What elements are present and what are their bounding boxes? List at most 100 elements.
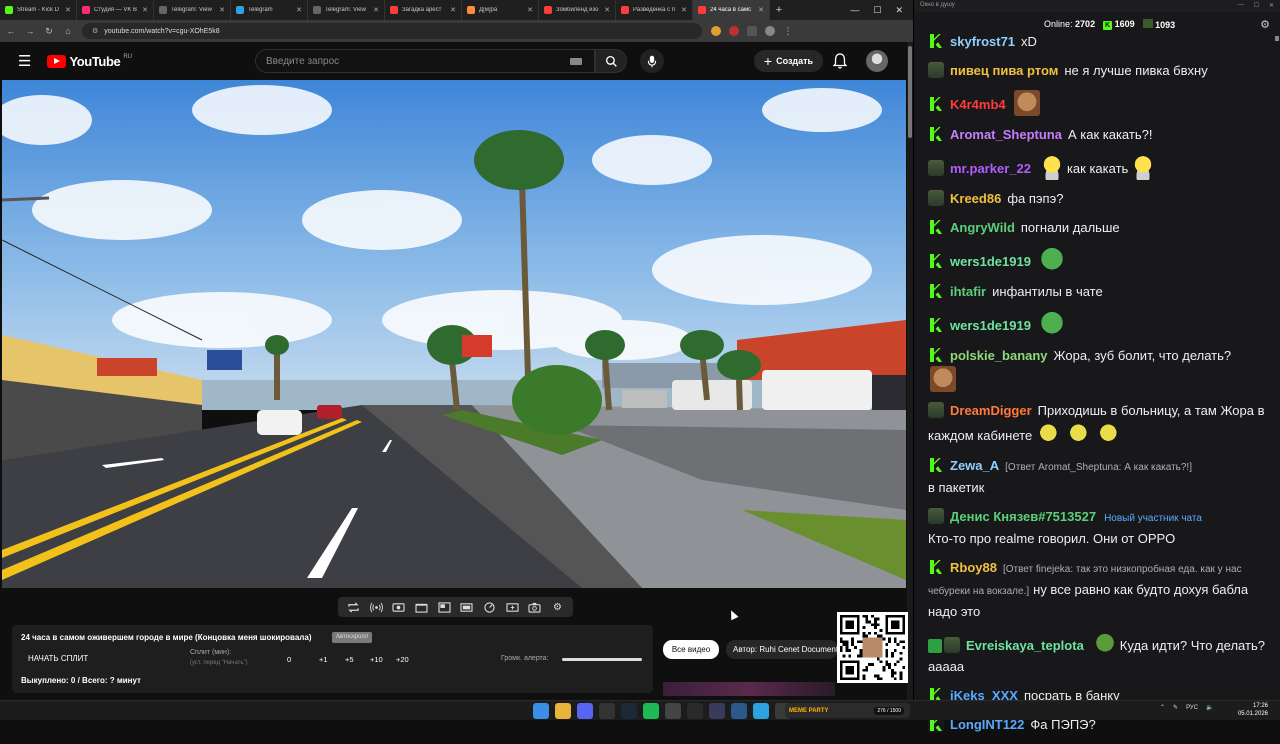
browser-tab[interactable]: 24 часа в самс ✕ xyxy=(693,0,770,20)
chat-username[interactable]: wers1de1919 xyxy=(950,254,1031,269)
browser-tab[interactable]: Stream - Kick D ✕ xyxy=(0,0,77,20)
voice-search-button[interactable] xyxy=(640,49,664,73)
chat-username[interactable]: Zewa_A xyxy=(950,458,999,473)
taskbar-clock[interactable]: 17:26 05.01.2026 xyxy=(1238,702,1268,718)
new-tab-button[interactable]: + xyxy=(770,4,788,16)
reload-icon[interactable]: ↻ xyxy=(44,26,54,37)
search-button[interactable] xyxy=(595,49,627,73)
create-button[interactable]: + Создать xyxy=(754,50,823,72)
steam-icon[interactable] xyxy=(621,703,637,719)
start-split-button[interactable]: НАЧАТЬ СПЛИТ xyxy=(28,654,88,663)
url-field[interactable]: ⚙ youtube.com/watch?v=cgu-XOhE5k8 xyxy=(82,23,702,39)
tab-close-icon[interactable]: ✕ xyxy=(681,6,687,14)
extensions-puzzle-icon[interactable] xyxy=(747,26,757,36)
app-icon[interactable] xyxy=(665,703,681,719)
search-input[interactable]: Введите запрос xyxy=(255,49,595,73)
recommended-thumbnail[interactable] xyxy=(663,682,835,696)
minimize-icon[interactable]: — xyxy=(850,5,859,16)
chat-username[interactable]: пивец пива ртом xyxy=(950,63,1058,78)
tab-close-icon[interactable]: ✕ xyxy=(527,6,533,14)
site-info-icon[interactable]: ⚙ xyxy=(92,27,98,35)
close-icon[interactable]: ✕ xyxy=(1269,2,1274,10)
tab-close-icon[interactable]: ✕ xyxy=(373,6,379,14)
tab-close-icon[interactable]: ✕ xyxy=(758,6,764,14)
chat-scrollbar-thumb[interactable] xyxy=(1275,36,1279,41)
chrome-icon[interactable] xyxy=(555,703,571,719)
tray-overflow-icon[interactable]: ⌃ xyxy=(1160,704,1165,711)
browser-tab[interactable]: Telegram ✕ xyxy=(231,0,308,20)
app-icon[interactable] xyxy=(687,703,703,719)
browser-tab[interactable]: Telegram: View ✕ xyxy=(308,0,385,20)
chat-username[interactable]: K4r4mb4 xyxy=(950,97,1006,112)
obs-icon[interactable] xyxy=(599,703,615,719)
chat-username[interactable]: Evreiskaya_teplota xyxy=(966,638,1084,653)
stream-widget[interactable]: MEME PARTY 276 / 1500 xyxy=(785,703,910,718)
keyboard-icon[interactable] xyxy=(570,58,582,65)
profile-icon[interactable] xyxy=(765,26,775,36)
discord-icon[interactable] xyxy=(577,703,593,719)
scrollbar-thumb[interactable] xyxy=(908,46,912,138)
all-videos-chip[interactable]: Все видео xyxy=(663,640,719,659)
chat-username[interactable]: DreamDigger xyxy=(950,403,1032,418)
language-indicator[interactable]: РУС xyxy=(1186,705,1198,711)
clip-icon[interactable] xyxy=(415,602,428,613)
notifications-bell-icon[interactable] xyxy=(833,53,847,69)
chat-username[interactable]: Aromat_Sheptuna xyxy=(950,127,1062,142)
chat-settings-gear-icon[interactable]: ⚙ xyxy=(1260,18,1270,31)
chat-username[interactable]: AngryWild xyxy=(950,220,1015,235)
minimize-icon[interactable]: — xyxy=(1238,2,1244,10)
tab-close-icon[interactable]: ✕ xyxy=(219,6,225,14)
author-chip[interactable]: Автор: Ruhi Cenet Documentaries xyxy=(726,640,838,659)
forward-icon[interactable]: → xyxy=(25,26,35,36)
menu-icon[interactable]: ☰ xyxy=(18,52,31,70)
chat-username[interactable]: polskie_banany xyxy=(950,348,1048,363)
tab-close-icon[interactable]: ✕ xyxy=(65,6,71,14)
chat-username[interactable]: ihtafir xyxy=(950,284,986,299)
maximize-icon[interactable]: ☐ xyxy=(873,5,881,16)
split-add-1-button[interactable]: +1 xyxy=(319,655,328,664)
volume-icon[interactable]: 🔈 xyxy=(1206,704,1213,711)
loop-icon[interactable] xyxy=(347,601,360,613)
split-add-10-button[interactable]: +10 xyxy=(370,655,383,664)
screenshot-icon[interactable] xyxy=(528,602,541,613)
maximize-icon[interactable]: ☐ xyxy=(1254,2,1259,10)
home-icon[interactable]: ⌂ xyxy=(63,26,73,36)
browser-tab[interactable]: Telegram: View ✕ xyxy=(154,0,231,20)
add-note-icon[interactable] xyxy=(506,602,519,613)
split-add-20-button[interactable]: +20 xyxy=(396,655,409,664)
cast-audio-icon[interactable] xyxy=(369,602,383,613)
autoscroll-toggle[interactable]: Автоскролл xyxy=(332,632,373,643)
close-icon[interactable]: ✕ xyxy=(895,5,903,16)
alert-volume-slider[interactable] xyxy=(562,658,642,661)
back-icon[interactable]: ← xyxy=(6,26,16,36)
miniplayer-icon[interactable] xyxy=(438,601,451,613)
browser-tab[interactable]: Зомбиленд изо ✕ xyxy=(539,0,616,20)
chat-username[interactable]: mr.parker_22 xyxy=(950,161,1031,176)
settings-gear-icon[interactable]: ⚙ xyxy=(551,602,564,613)
watch-later-icon[interactable] xyxy=(392,602,405,613)
split-add-5-button[interactable]: +5 xyxy=(345,655,354,664)
video-player[interactable] xyxy=(2,80,906,588)
telegram-icon[interactable] xyxy=(753,703,769,719)
tab-close-icon[interactable]: ✕ xyxy=(142,6,148,14)
app-icon[interactable] xyxy=(731,703,747,719)
spotify-icon[interactable] xyxy=(643,703,659,719)
speed-icon[interactable] xyxy=(483,601,496,613)
tab-close-icon[interactable]: ✕ xyxy=(450,6,456,14)
youtube-logo[interactable]: YouTube RU xyxy=(47,54,132,69)
chat-username[interactable]: Rboy88 xyxy=(950,560,997,575)
app-icon[interactable] xyxy=(709,703,725,719)
chat-scrollbar[interactable] xyxy=(1275,36,1280,696)
menu-dots-icon[interactable]: ⋮ xyxy=(783,26,793,37)
chat-username[interactable]: wers1de1919 xyxy=(950,318,1031,333)
theater-mode-icon[interactable] xyxy=(460,602,473,613)
chat-username[interactable]: skyfrost71 xyxy=(950,34,1015,49)
browser-tab[interactable]: Разведенка с п ✕ xyxy=(616,0,693,20)
tab-close-icon[interactable]: ✕ xyxy=(604,6,610,14)
chat-username[interactable]: Денис Князев#7513527 xyxy=(950,509,1096,524)
extension-icon[interactable] xyxy=(729,26,739,36)
extension-icon[interactable] xyxy=(711,26,721,36)
tab-close-icon[interactable]: ✕ xyxy=(296,6,302,14)
account-avatar[interactable] xyxy=(866,50,888,72)
browser-tab[interactable]: Студия — VK В ✕ xyxy=(77,0,154,20)
